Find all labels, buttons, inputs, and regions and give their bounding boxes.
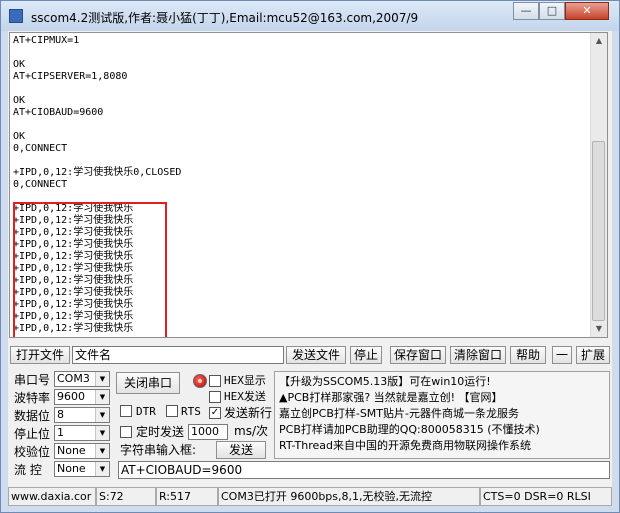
status-website[interactable]: www.daxia.cor <box>8 487 96 506</box>
flow-value: None <box>57 462 86 475</box>
terminal-line: AT+CIOBAUD=9600 <box>13 107 104 118</box>
stop-bits-select[interactable]: 1 ▼ <box>54 425 110 441</box>
port-select[interactable]: COM3 ▼ <box>54 371 110 387</box>
chevron-down-icon: ▼ <box>95 426 109 440</box>
maximize-button[interactable]: □ <box>539 2 565 20</box>
ad-line[interactable]: ▲PCB打样那家强? 当然就是嘉立创! 【官网】 <box>279 391 503 405</box>
terminal-line: 0,CONNECT <box>13 179 68 190</box>
send-input[interactable]: AT+CIOBAUD=9600 <box>118 461 610 479</box>
dash-button[interactable]: 一 <box>552 346 572 364</box>
parity-label: 校验位 <box>14 445 51 459</box>
client-area: AT+CIPMUX=1 OK AT+CIPSERVER=1,8080 OK AT+C… <box>8 31 612 506</box>
rts-label: RTS <box>181 405 201 418</box>
scroll-up-icon[interactable]: ▲ <box>591 33 607 49</box>
help-button[interactable]: 帮助 <box>510 346 546 364</box>
interval-unit: ms/次 <box>234 424 268 438</box>
open-file-button[interactable]: 打开文件 <box>10 346 70 364</box>
dtr-label: DTR <box>136 405 156 418</box>
save-window-button[interactable]: 保存窗口 <box>390 346 446 364</box>
port-value: COM3 <box>57 372 90 385</box>
timed-send-label: 定时发送 <box>136 425 185 439</box>
terminal-line: +IPD,0,12:学习使我快乐0,CLOSED <box>13 167 182 178</box>
status-sent-count: S:72 <box>96 487 156 506</box>
ad-line[interactable]: 嘉立创PCB打样-SMT贴片-元器件商城一条龙服务 <box>279 407 519 421</box>
data-bits-label: 数据位 <box>14 409 51 423</box>
status-received-count: R:517 <box>156 487 218 506</box>
status-bar: www.daxia.cor S:72 R:517 COM3已打开 9600bps… <box>8 487 612 506</box>
ad-line[interactable]: 【升级为SSCOM5.13版】可在win10运行! <box>279 375 491 389</box>
chevron-down-icon: ▼ <box>95 372 109 386</box>
hex-display-label: HEX显示 <box>224 374 266 387</box>
interval-input[interactable]: 1000 <box>188 424 228 440</box>
input-label: 字符串输入框: <box>120 443 197 457</box>
filename-field[interactable]: 文件名 <box>72 346 284 364</box>
close-button[interactable]: ✕ <box>565 2 609 20</box>
terminal-line: OK <box>13 95 26 106</box>
scroll-down-icon[interactable]: ▼ <box>591 321 607 337</box>
baud-label: 波特率 <box>14 391 51 405</box>
hex-send-checkbox[interactable] <box>209 391 221 403</box>
hex-display-checkbox[interactable] <box>209 375 221 387</box>
send-file-button[interactable]: 发送文件 <box>286 346 346 364</box>
close-port-button[interactable]: 关闭串口 <box>116 372 180 394</box>
parity-value: None <box>57 444 86 457</box>
status-port-state: COM3已打开 9600bps,8,1,无校验,无流控 <box>218 487 480 506</box>
data-bits-value: 8 <box>57 408 64 421</box>
terminal-line: AT+CIPMUX=1 <box>13 35 80 46</box>
send-newline-checkbox[interactable]: ✓ <box>209 407 221 419</box>
expand-button[interactable]: 扩展 <box>576 346 610 364</box>
hex-send-label: HEX发送 <box>224 390 266 403</box>
minimize-button[interactable]: — <box>513 2 539 20</box>
ad-line[interactable]: PCB打样请加PCB助理的QQ:800058315 (不懂技术) <box>279 423 540 437</box>
data-bits-select[interactable]: 8 ▼ <box>54 407 110 423</box>
terminal-line: 0,CONNECT <box>13 143 68 154</box>
status-signals: CTS=0 DSR=0 RLSI <box>480 487 612 506</box>
chevron-down-icon: ▼ <box>95 444 109 458</box>
rts-checkbox[interactable] <box>166 405 178 417</box>
flow-label: 流 控 <box>14 463 42 477</box>
chevron-down-icon: ▼ <box>95 462 109 476</box>
port-label: 串口号 <box>14 373 51 387</box>
app-window: sscom4.2测试版,作者:聂小猛(丁丁),Email:mcu52@163.c… <box>0 0 620 513</box>
flow-select[interactable]: None ▼ <box>54 461 110 477</box>
parity-select[interactable]: None ▼ <box>54 443 110 459</box>
chevron-down-icon: ▼ <box>95 390 109 404</box>
dtr-checkbox[interactable] <box>120 405 132 417</box>
baud-value: 9600 <box>57 390 85 403</box>
vertical-scrollbar[interactable]: ▲ ▼ <box>590 33 607 337</box>
stop-button[interactable]: 停止 <box>350 346 382 364</box>
receive-window[interactable]: AT+CIPMUX=1 OK AT+CIPSERVER=1,8080 OK AT+C… <box>9 32 608 338</box>
send-button[interactable]: 发送 <box>216 441 266 459</box>
clear-window-button[interactable]: 清除窗口 <box>450 346 506 364</box>
baud-select[interactable]: 9600 ▼ <box>54 389 110 405</box>
ad-panel: 【升级为SSCOM5.13版】可在win10运行! ▲PCB打样那家强? 当然就… <box>274 371 610 459</box>
check-icon: ✓ <box>210 407 220 418</box>
chevron-down-icon: ▼ <box>95 408 109 422</box>
scroll-thumb[interactable] <box>592 141 605 321</box>
terminal-line: AT+CIPSERVER=1,8080 <box>13 71 128 82</box>
terminal-line: OK <box>13 59 26 70</box>
title-bar[interactable]: sscom4.2测试版,作者:聂小猛(丁丁),Email:mcu52@163.c… <box>1 1 619 31</box>
window-title: sscom4.2测试版,作者:聂小猛(丁丁),Email:mcu52@163.c… <box>31 11 419 25</box>
highlight-box <box>13 202 167 337</box>
stop-bits-value: 1 <box>57 426 64 439</box>
stop-bits-label: 停止位 <box>14 427 51 441</box>
app-icon <box>9 9 23 23</box>
send-newline-label: 发送新行 <box>224 406 273 420</box>
terminal-line: OK <box>13 131 26 142</box>
ad-line[interactable]: RT-Thread来自中国的开源免费商用物联网操作系统 <box>279 439 531 453</box>
timed-send-checkbox[interactable] <box>120 426 132 438</box>
port-status-led-icon <box>193 374 207 388</box>
